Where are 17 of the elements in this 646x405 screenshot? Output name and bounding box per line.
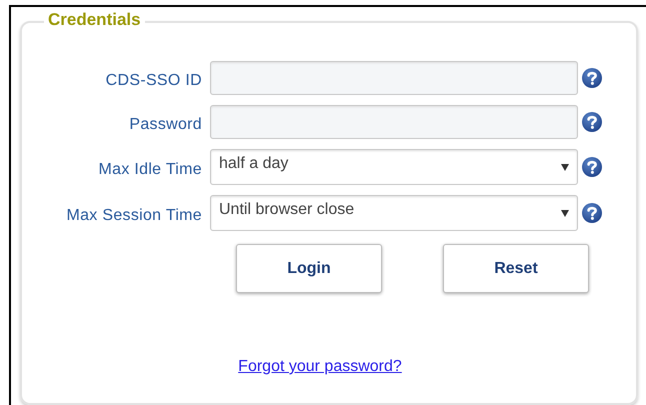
- login-button[interactable]: Login: [236, 244, 382, 293]
- field-label: Max Session Time: [65, 206, 203, 226]
- input-field[interactable]: [210, 61, 578, 95]
- help-icon[interactable]: [581, 156, 603, 178]
- caret-icon: [561, 164, 569, 170]
- dropdown[interactable]: Until browser close: [210, 195, 578, 231]
- reset-button[interactable]: Reset: [443, 244, 589, 293]
- help-icon[interactable]: [581, 67, 603, 89]
- field-label: CDS-SSO ID: [104, 71, 203, 91]
- password-field[interactable]: [210, 105, 578, 139]
- field-label: Max Idle Time: [98, 160, 203, 180]
- field-label: Password: [128, 115, 203, 135]
- forgot-password-link[interactable]: Forgot your password?: [238, 355, 402, 379]
- dropdown[interactable]: half a day: [210, 149, 578, 185]
- help-icon[interactable]: [581, 111, 603, 133]
- help-icon[interactable]: [581, 202, 603, 224]
- caret-icon: [561, 210, 569, 216]
